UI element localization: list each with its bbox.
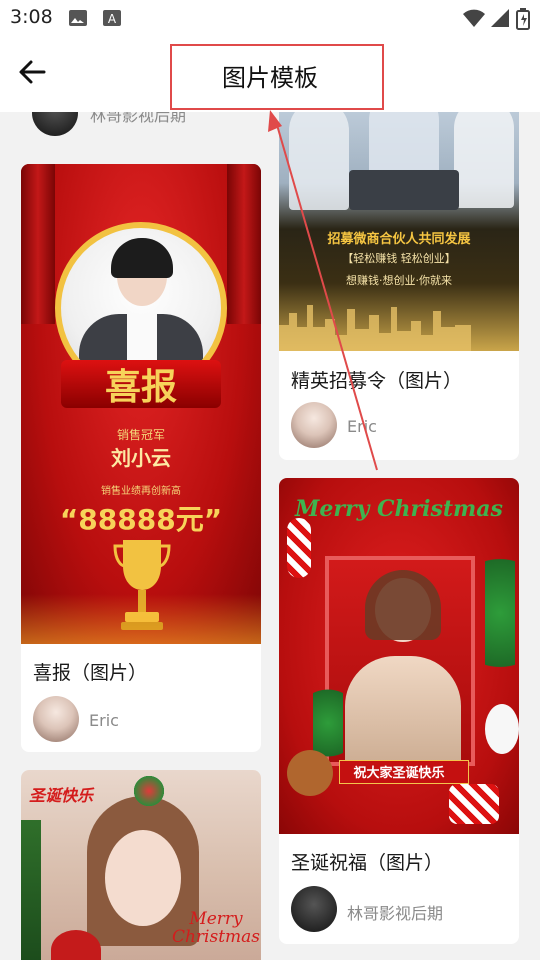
card-title: 圣诞祝福（图片） bbox=[291, 852, 444, 874]
template-image-recruit: 招募微商合伙人共同发展 【轻松赚钱 轻松创业】 想赚钱·想创业·你就来 bbox=[279, 80, 519, 351]
good-news-name: 刘小云 bbox=[111, 446, 171, 470]
card-title: 精英招募令（图片） bbox=[291, 370, 463, 392]
good-news-amount: “88888元” bbox=[59, 503, 223, 536]
card-author: 林哥影视后期 bbox=[347, 904, 444, 923]
template-card-recruit[interactable]: 招募微商合伙人共同发展 【轻松赚钱 轻松创业】 想赚钱·想创业·你就来 精英招募… bbox=[279, 80, 519, 460]
template-card-christmas[interactable]: Merry Christmas 祝大家圣诞快乐 圣诞祝福（图片） 林哥影视后期 bbox=[279, 478, 519, 944]
good-news-headline: 喜报 bbox=[104, 366, 177, 408]
recruit-headline: 招募微商合伙人共同发展 bbox=[327, 232, 471, 247]
signal-icon bbox=[490, 8, 510, 32]
recruit-sub1: 【轻松赚钱 轻松创业】 bbox=[342, 252, 456, 265]
card-author: Eric bbox=[347, 417, 377, 436]
good-news-award: 销售冠军 bbox=[116, 428, 165, 442]
avatar bbox=[291, 402, 337, 448]
christmas-banner: 祝大家圣诞快乐 bbox=[353, 766, 445, 781]
photo-frame bbox=[325, 556, 475, 766]
svg-text:A: A bbox=[108, 12, 117, 26]
status-bar: 3:08 A bbox=[0, 0, 540, 36]
skyline-graphic bbox=[279, 305, 471, 351]
good-news-sub: 销售业绩再创新高 bbox=[101, 486, 181, 497]
template-card-good-news[interactable]: 喜报 销售冠军 刘小云 销售业绩再创新高 “88888元” 喜报（图片） Eri… bbox=[21, 164, 261, 752]
christmas-headline: Merry Christmas bbox=[295, 496, 503, 522]
font-icon: A bbox=[102, 8, 122, 32]
template-image-christmas: Merry Christmas 祝大家圣诞快乐 bbox=[279, 478, 519, 834]
avatar bbox=[33, 696, 79, 742]
template-image-good-news: 喜报 销售冠军 刘小云 销售业绩再创新高 “88888元” bbox=[21, 164, 261, 644]
christmas-girl-tag: 圣诞快乐 bbox=[29, 786, 94, 805]
card-author: Eric bbox=[89, 711, 119, 730]
status-time: 3:08 bbox=[10, 6, 53, 28]
template-image-christmas-girl: 圣诞快乐 Merry Christmas bbox=[21, 770, 261, 960]
avatar bbox=[291, 886, 337, 932]
image-icon bbox=[68, 8, 88, 32]
screen: 3:08 A 图片模板 林哥影视后期 招募微商合伙人共同发展 【轻松赚钱 轻松创… bbox=[0, 0, 540, 960]
template-card-christmas-girl[interactable]: 圣诞快乐 Merry Christmas bbox=[21, 770, 261, 960]
app-header: 图片模板 bbox=[0, 36, 540, 112]
wifi-icon bbox=[462, 8, 486, 32]
title-highlight-box bbox=[170, 44, 384, 110]
card-title: 喜报（图片） bbox=[33, 662, 148, 684]
battery-icon bbox=[516, 8, 530, 34]
christmas-girl-script: Merry Christmas bbox=[171, 909, 261, 947]
